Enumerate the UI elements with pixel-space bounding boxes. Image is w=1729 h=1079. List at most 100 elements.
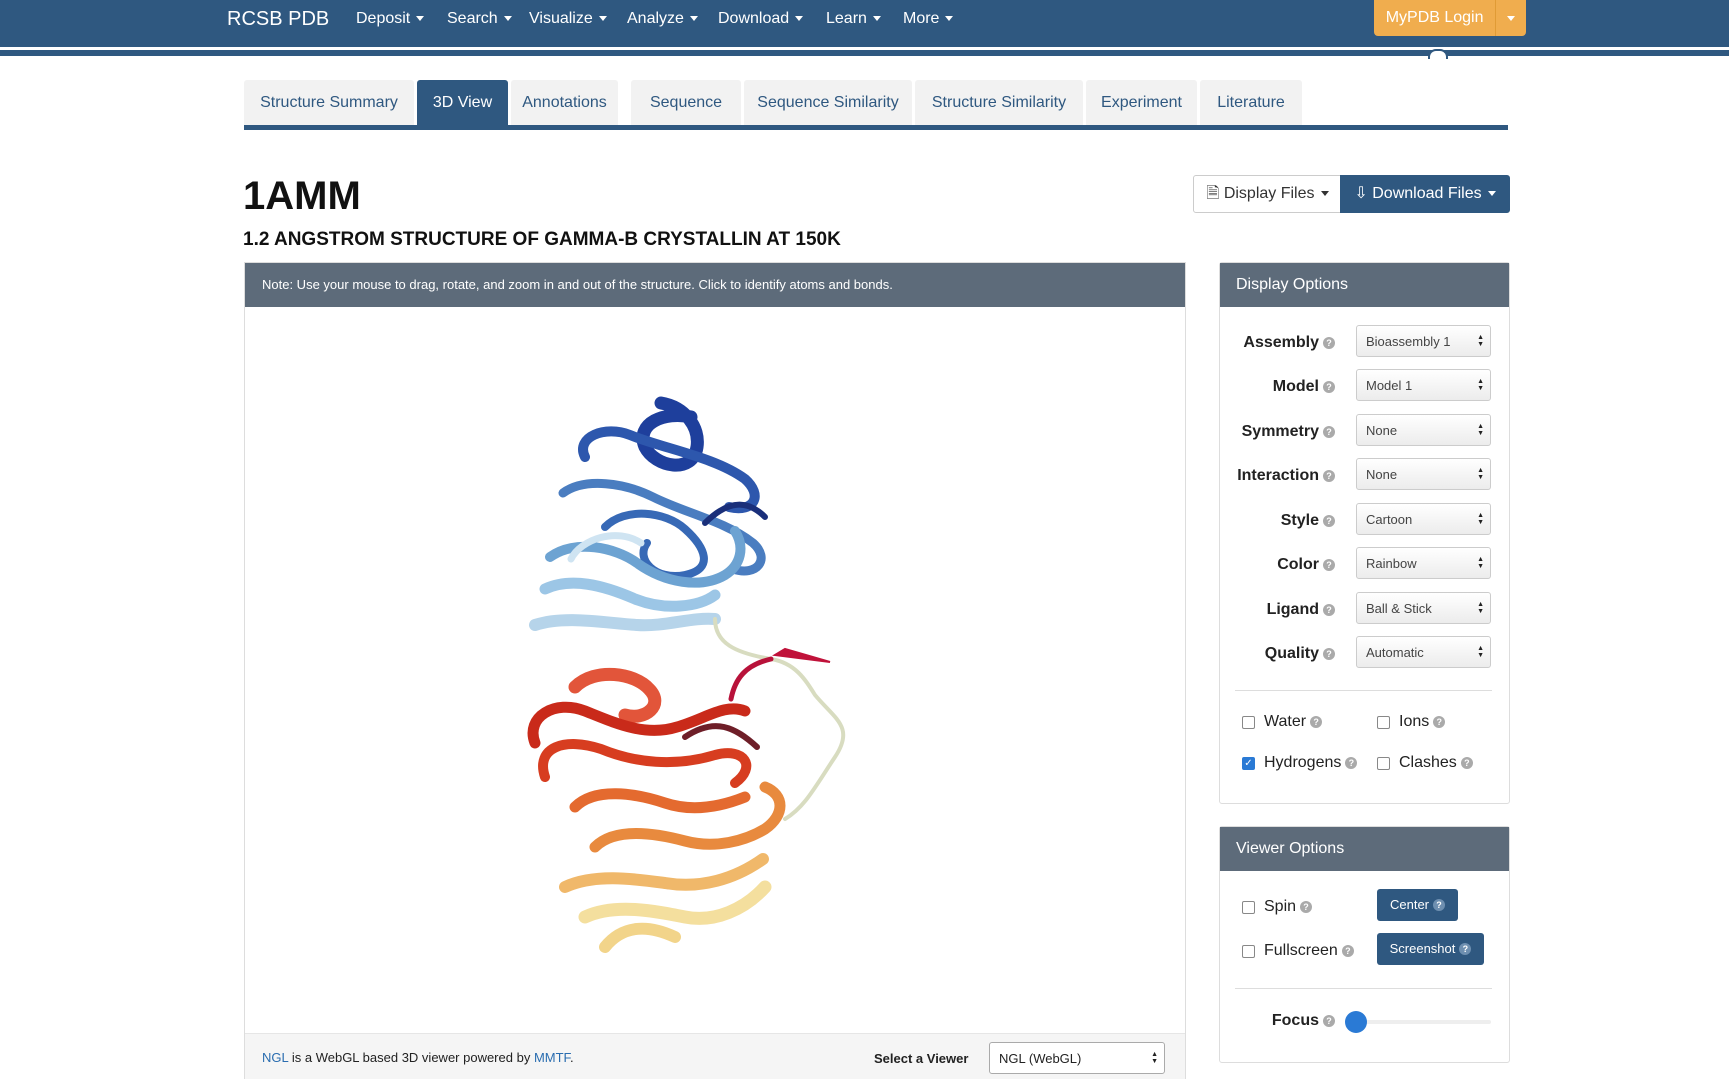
color-label-text: Color [1277,556,1319,573]
nav-more[interactable]: More [903,10,954,28]
clashes-label: Clashes [1399,754,1457,771]
help-icon[interactable]: ? [1460,757,1473,769]
tab-sequence[interactable]: Sequence [631,80,741,128]
help-icon[interactable]: ? [1323,381,1335,393]
tab-experiment[interactable]: Experiment [1086,80,1197,128]
help-icon[interactable]: ? [1323,604,1335,616]
ngl-3d-canvas[interactable] [245,307,1185,995]
focus-slider-track[interactable] [1356,1020,1491,1024]
download-files-button[interactable]: ⇩ Download Files [1340,175,1510,213]
mypdb-login-label[interactable]: MyPDB Login [1374,0,1495,36]
mypdb-login-button[interactable]: MyPDB Login [1374,0,1526,36]
color-label: Color? [1277,556,1335,574]
checkbox-checked-icon[interactable]: ✓ [1242,756,1255,770]
ligand-select[interactable]: Ball & Stick ▲ ▼ [1356,592,1491,624]
nav-learn[interactable]: Learn [826,10,881,28]
color-select[interactable]: Rainbow ▲ ▼ [1356,547,1491,579]
help-icon[interactable]: ? [1345,757,1358,769]
focus-slider-handle[interactable] [1345,1011,1367,1033]
quality-label-text: Quality [1264,645,1319,662]
help-icon[interactable]: ? [1323,426,1335,438]
clashes-checkbox[interactable]: Clashes? [1377,754,1473,772]
checkbox-box[interactable] [1377,715,1390,729]
scroll-hint-icon [1428,49,1448,59]
symmetry-value: None [1366,423,1398,438]
tab-literature[interactable]: Literature [1200,80,1302,128]
nav-deposit[interactable]: Deposit [356,10,425,28]
checkbox-box[interactable] [1242,944,1255,958]
style-value: Cartoon [1366,512,1413,527]
nav-download[interactable]: Download [718,10,804,28]
viewer-footer: NGL is a WebGL based 3D viewer powered b… [245,1033,1185,1079]
style-select[interactable]: Cartoon ▲ ▼ [1356,503,1491,535]
quality-row: Quality? Automatic ▲ ▼ [1219,636,1508,670]
nav-visualize[interactable]: Visualize [529,10,607,28]
help-icon[interactable]: ? [1323,648,1335,660]
assembly-row: Assembly? Bioassembly 1 ▲ ▼ [1219,325,1508,359]
updown-arrows-icon: ▲ ▼ [1477,467,1484,481]
center-button[interactable]: Center? [1377,889,1458,921]
help-icon[interactable]: ? [1433,716,1446,728]
fullscreen-checkbox[interactable]: Fullscreen? [1242,942,1354,960]
tab-annotations[interactable]: Annotations [511,80,618,128]
help-icon[interactable]: ? [1323,1015,1335,1027]
quality-label: Quality? [1265,645,1335,663]
spin-checkbox[interactable]: Spin? [1242,898,1313,916]
caret-down-icon [416,16,425,22]
ligand-value: Ball & Stick [1366,601,1432,616]
help-icon[interactable]: ? [1300,901,1313,913]
ligand-row: Ligand? Ball & Stick ▲ ▼ [1219,592,1508,626]
model-row: Model? Model 1 ▲ ▼ [1219,369,1508,403]
checkbox-box[interactable] [1242,900,1255,914]
screenshot-button[interactable]: Screenshot? [1377,933,1484,965]
interaction-select[interactable]: None ▲ ▼ [1356,458,1491,490]
symmetry-label: Symmetry? [1242,423,1335,441]
help-icon[interactable]: ? [1323,559,1335,571]
help-icon[interactable]: ? [1310,716,1323,728]
mypdb-dropdown-toggle[interactable] [1495,0,1526,36]
top-navbar: RCSB PDB Deposit Search Visualize Analyz… [0,0,1729,47]
structure-viewer-panel: Note: Use your mouse to drag, rotate, an… [244,262,1186,1079]
water-checkbox[interactable]: Water? [1242,713,1323,731]
tab-structure-summary[interactable]: Structure Summary [244,80,414,128]
symmetry-select[interactable]: None ▲ ▼ [1356,414,1491,446]
caret-down-icon [945,16,954,22]
updown-arrows-icon: ▲ ▼ [1151,1051,1158,1065]
help-icon[interactable]: ? [1341,945,1354,957]
style-row: Style? Cartoon ▲ ▼ [1219,503,1508,537]
spin-label: Spin [1264,898,1297,915]
nav-analyze[interactable]: Analyze [627,10,698,28]
tab-sequence-similarity[interactable]: Sequence Similarity [744,80,912,128]
hydrogens-label: Hydrogens [1264,754,1342,771]
viewer-note: Note: Use your mouse to drag, rotate, an… [245,263,1185,307]
help-icon[interactable]: ? [1323,337,1335,349]
viewer-credit-end: . [570,1050,574,1065]
color-row: Color? Rainbow ▲ ▼ [1219,547,1508,581]
checkbox-box[interactable] [1242,715,1255,729]
brand-logo[interactable]: RCSB PDB [227,8,329,31]
model-select[interactable]: Model 1 ▲ ▼ [1356,369,1491,401]
checkbox-box[interactable] [1377,756,1390,770]
assembly-select[interactable]: Bioassembly 1 ▲ ▼ [1356,325,1491,357]
caret-down-icon [1507,15,1516,21]
viewer-credit-text: is a WebGL based 3D viewer powered by [288,1050,534,1065]
display-files-label: Display Files [1223,185,1315,202]
help-icon[interactable]: ? [1323,470,1335,482]
ions-checkbox[interactable]: Ions? [1377,713,1446,731]
viewer-select[interactable]: NGL (WebGL) ▲ ▼ [989,1042,1165,1074]
caret-down-icon [1320,191,1329,197]
tab-structure-similarity[interactable]: Structure Similarity [915,80,1083,128]
style-label: Style? [1281,512,1335,530]
caret-down-icon [872,16,881,22]
help-icon[interactable]: ? [1323,515,1335,527]
tab-underline [244,125,1508,130]
mmtf-link[interactable]: MMTF [534,1050,570,1065]
quality-select[interactable]: Automatic ▲ ▼ [1356,636,1491,668]
display-files-button[interactable]: 🗎 Display Files [1193,175,1342,213]
style-label-text: Style [1280,512,1319,529]
ngl-link[interactable]: NGL [262,1050,288,1065]
nav-search[interactable]: Search [447,10,512,28]
hydrogens-checkbox[interactable]: ✓ Hydrogens? [1242,754,1358,772]
tab-3d-view[interactable]: 3D View [417,80,508,128]
updown-arrows-icon: ▲ ▼ [1477,645,1484,659]
